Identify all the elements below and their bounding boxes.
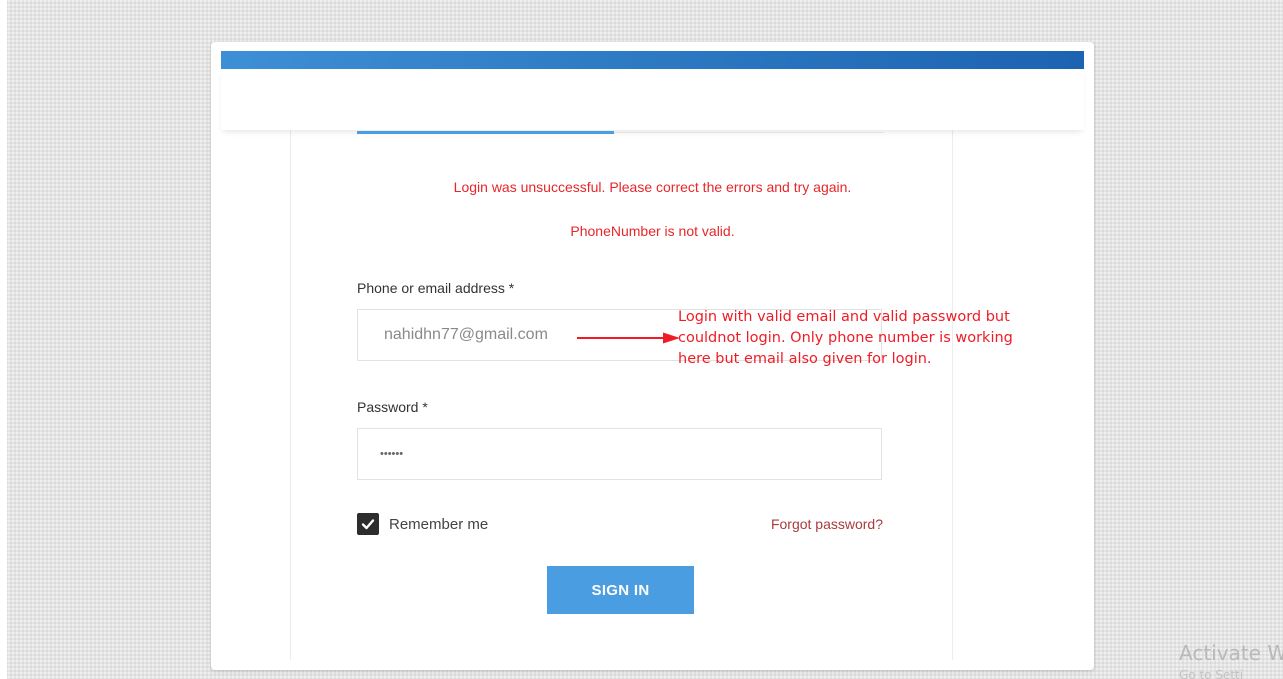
checkbox-checked-icon[interactable] [357, 513, 379, 535]
tab-inactive-indicator[interactable] [614, 132, 884, 133]
bug-annotation: Login with valid email and valid passwor… [678, 307, 1013, 370]
identifier-input-value: nahidhn77@gmail.com [384, 326, 548, 343]
login-error-summary: Login was unsuccessful. Please correct t… [453, 179, 852, 195]
forgot-password-link[interactable]: Forgot password? [771, 516, 883, 532]
annotation-arrow-icon [577, 332, 680, 344]
password-input-value: •••••• [380, 448, 404, 460]
windows-activation-watermark: Activate W [1179, 641, 1283, 665]
phone-error-message: PhoneNumber is not valid. [570, 223, 735, 239]
identifier-label: Phone or email address * [357, 280, 515, 296]
header-panel [221, 69, 1084, 130]
left-edge-strip [0, 0, 7, 679]
header-color-bar [221, 51, 1084, 69]
password-input[interactable]: •••••• [357, 428, 882, 480]
remember-me-label: Remember me [389, 515, 489, 533]
sign-in-button[interactable]: SIGN IN [547, 566, 694, 614]
annotation-line: here but email also given for login. [678, 351, 932, 367]
windows-activation-subtext: Go to Setti [1179, 668, 1244, 679]
remember-me-checkbox[interactable]: Remember me [357, 513, 488, 535]
annotation-line: couldnot login. Only phone number is wor… [678, 330, 1013, 346]
annotation-line: Login with valid email and valid passwor… [678, 309, 1010, 325]
tab-active-indicator[interactable] [357, 131, 614, 134]
password-label: Password * [357, 399, 428, 415]
